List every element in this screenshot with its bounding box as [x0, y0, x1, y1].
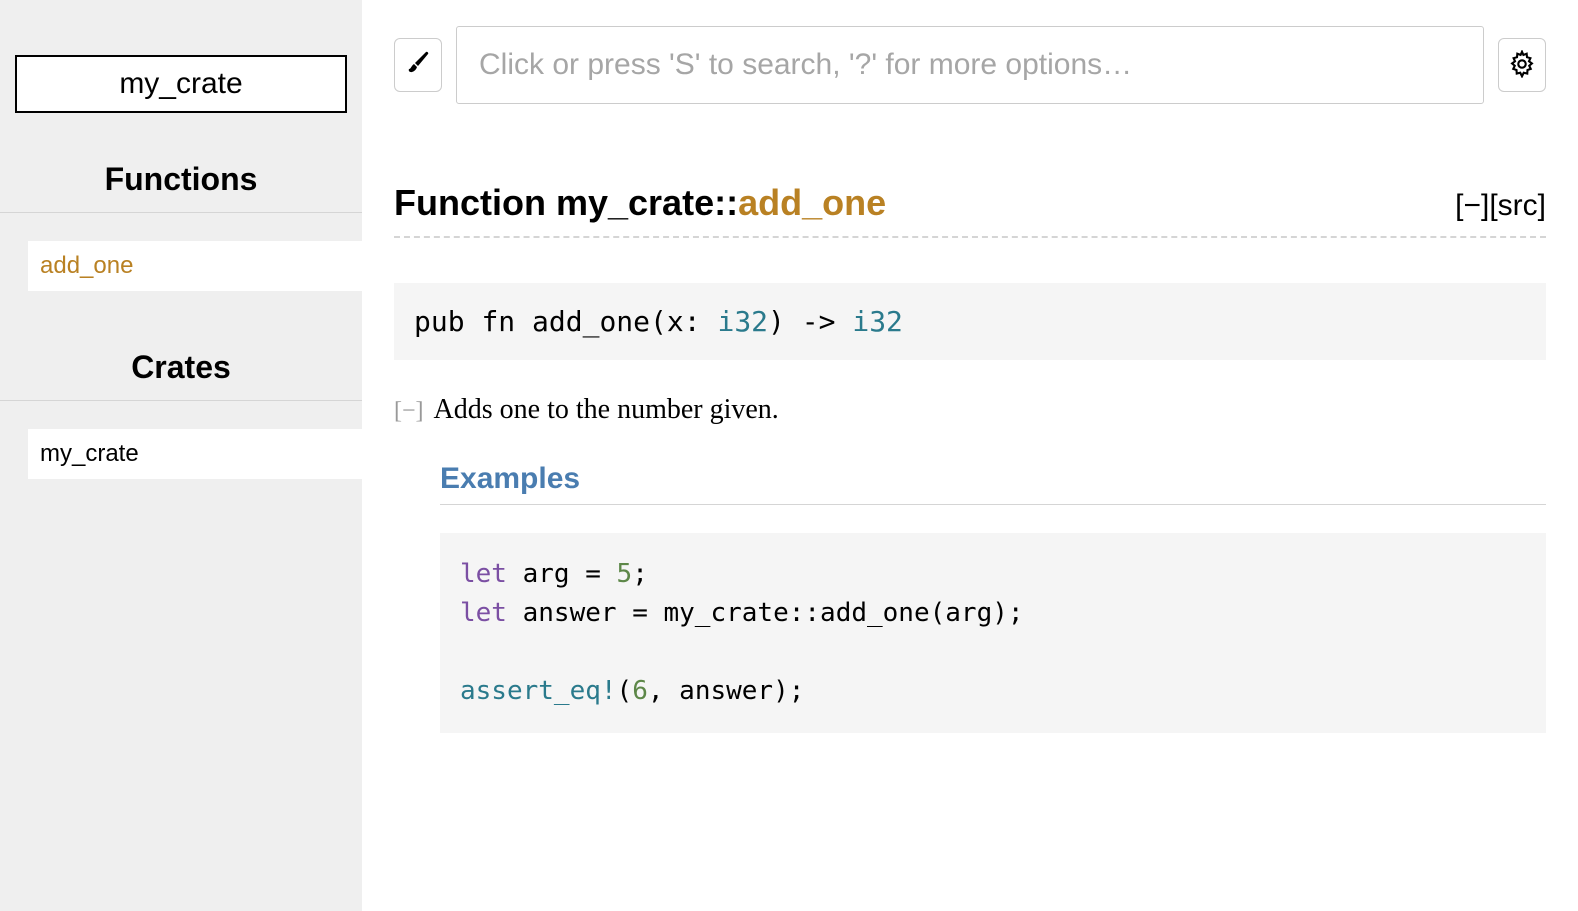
sidebar-item-function-add-one[interactable]: add_one	[0, 241, 362, 291]
sig-fn: fn	[481, 305, 532, 338]
sidebar-item-crate-my-crate[interactable]: my_crate	[0, 429, 362, 479]
src-link[interactable]: [src]	[1489, 189, 1546, 222]
description-row: [−] Adds one to the number given.	[394, 394, 1546, 426]
theme-button[interactable]	[394, 38, 442, 92]
sidebar-section-crates: Crates	[0, 331, 362, 401]
code-example: let arg = 5; let answer = my_crate::add_…	[440, 533, 1546, 733]
title-crate[interactable]: my_crate	[556, 182, 714, 223]
code-n2: 6	[632, 676, 648, 706]
code-t2: answer = my_crate::add_one(arg);	[507, 598, 1024, 628]
topbar	[394, 26, 1546, 104]
title-row: Function my_crate::add_one [−][src]	[394, 182, 1546, 236]
doc-description: Adds one to the number given.	[434, 394, 779, 426]
code-macro: assert_eq!	[460, 676, 617, 706]
sig-rparen: ) ->	[768, 305, 852, 338]
code-let2: let	[460, 598, 507, 628]
sidebar-section-functions: Functions	[0, 143, 362, 213]
title-sep: ::	[714, 182, 738, 223]
sidebar: my_crate Functions add_one Crates my_cra…	[0, 0, 362, 911]
search-input[interactable]	[456, 26, 1484, 104]
title-divider	[394, 236, 1546, 238]
code-n1: 5	[617, 559, 633, 589]
code-t3a: (	[617, 676, 633, 706]
code-t1b: ;	[632, 559, 648, 589]
code-t1: arg =	[507, 559, 617, 589]
title-fn-name[interactable]: add_one	[738, 182, 886, 223]
code-t3b: , answer);	[648, 676, 805, 706]
function-signature: pub fn add_one(x: i32) -> i32	[394, 283, 1546, 360]
doc-toggle-button[interactable]: [−]	[394, 398, 424, 425]
paint-brush-icon	[406, 50, 430, 81]
main-content: Function my_crate::add_one [−][src] pub …	[362, 0, 1578, 911]
examples-heading[interactable]: Examples	[440, 462, 1546, 505]
collapse-all-button[interactable]: [−]	[1455, 189, 1489, 222]
crate-name-box[interactable]: my_crate	[15, 55, 347, 113]
settings-button[interactable]	[1498, 38, 1546, 92]
sig-rtype[interactable]: i32	[852, 305, 903, 338]
sig-param: x:	[667, 305, 718, 338]
sig-lparen: (	[650, 305, 667, 338]
sig-name: add_one	[532, 305, 650, 338]
src-links: [−][src]	[1455, 189, 1546, 223]
page-title: Function my_crate::add_one	[394, 182, 886, 224]
title-prefix: Function	[394, 182, 556, 223]
docblock: Examples let arg = 5; let answer = my_cr…	[440, 462, 1546, 733]
sig-ptype[interactable]: i32	[717, 305, 768, 338]
gear-icon	[1508, 50, 1536, 81]
code-let1: let	[460, 559, 507, 589]
sig-pub: pub	[414, 305, 481, 338]
